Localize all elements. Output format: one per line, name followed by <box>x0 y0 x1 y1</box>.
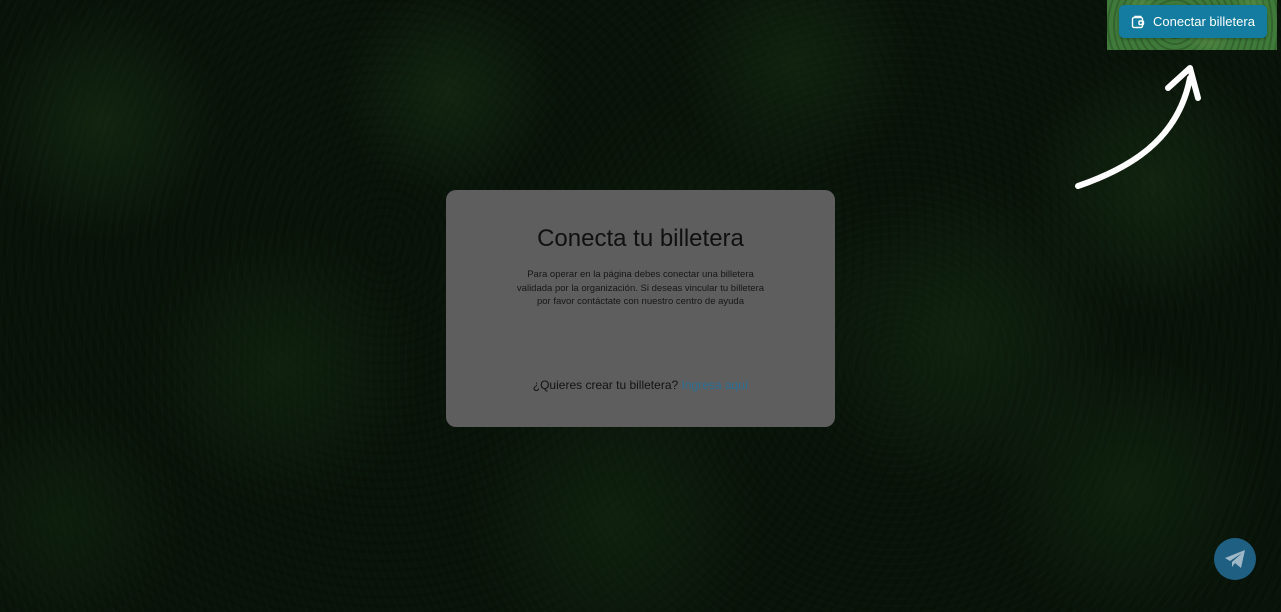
create-wallet-link[interactable]: Ingresa aquí <box>682 378 749 392</box>
telegram-icon <box>1225 550 1245 568</box>
pointer-arrow-icon <box>1075 65 1201 189</box>
telegram-button[interactable] <box>1214 538 1256 580</box>
connect-wallet-modal: Conecta tu billetera Para operar en la p… <box>446 190 835 427</box>
modal-title: Conecta tu billetera <box>537 225 744 252</box>
connect-wallet-label: Conectar billetera <box>1153 14 1255 29</box>
modal-footer: ¿Quieres crear tu billetera? Ingresa aqu… <box>446 378 835 392</box>
create-wallet-question: ¿Quieres crear tu billetera? <box>532 378 679 392</box>
connect-wallet-button[interactable]: Conectar billetera <box>1119 5 1267 38</box>
wallet-icon <box>1131 15 1145 29</box>
background-page: Conectar billetera Conecta tu billetera … <box>0 0 1281 612</box>
modal-description: Para operar en la página debes conectar … <box>516 269 765 307</box>
